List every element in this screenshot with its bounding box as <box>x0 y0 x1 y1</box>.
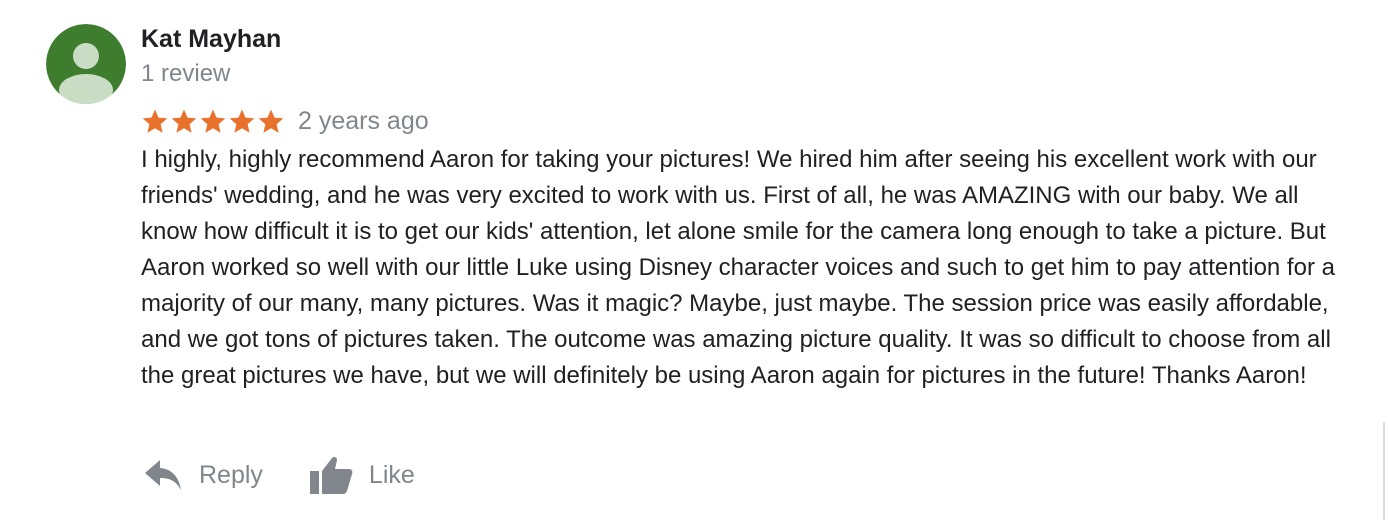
thumbs-up-icon <box>309 456 353 494</box>
avatar[interactable] <box>46 24 126 104</box>
reply-label: Reply <box>199 461 263 489</box>
reply-button[interactable]: Reply <box>143 458 263 492</box>
person-avatar-icon <box>46 24 126 104</box>
review-time: 2 years ago <box>298 107 429 135</box>
star-filled-icon <box>142 109 168 133</box>
author-name[interactable]: Kat Mayhan <box>141 24 281 54</box>
star-filled-icon <box>258 109 284 133</box>
review-text: I highly, highly recommend Aaron for tak… <box>141 146 1335 389</box>
star-rating <box>141 108 285 135</box>
scrollbar-edge[interactable] <box>1383 422 1385 520</box>
like-button[interactable]: Like <box>309 455 415 495</box>
review-card: Kat Mayhan 1 review 2 years ago I highly… <box>0 0 1388 520</box>
star-filled-icon <box>229 109 255 133</box>
star-filled-icon <box>200 109 226 133</box>
rating-row: 2 years ago <box>141 104 429 138</box>
reply-arrow-icon <box>145 460 181 490</box>
like-label: Like <box>368 461 415 489</box>
author-review-count: 1 review <box>141 60 231 87</box>
review-actions: Reply Like <box>143 452 415 498</box>
star-filled-icon <box>171 109 197 133</box>
